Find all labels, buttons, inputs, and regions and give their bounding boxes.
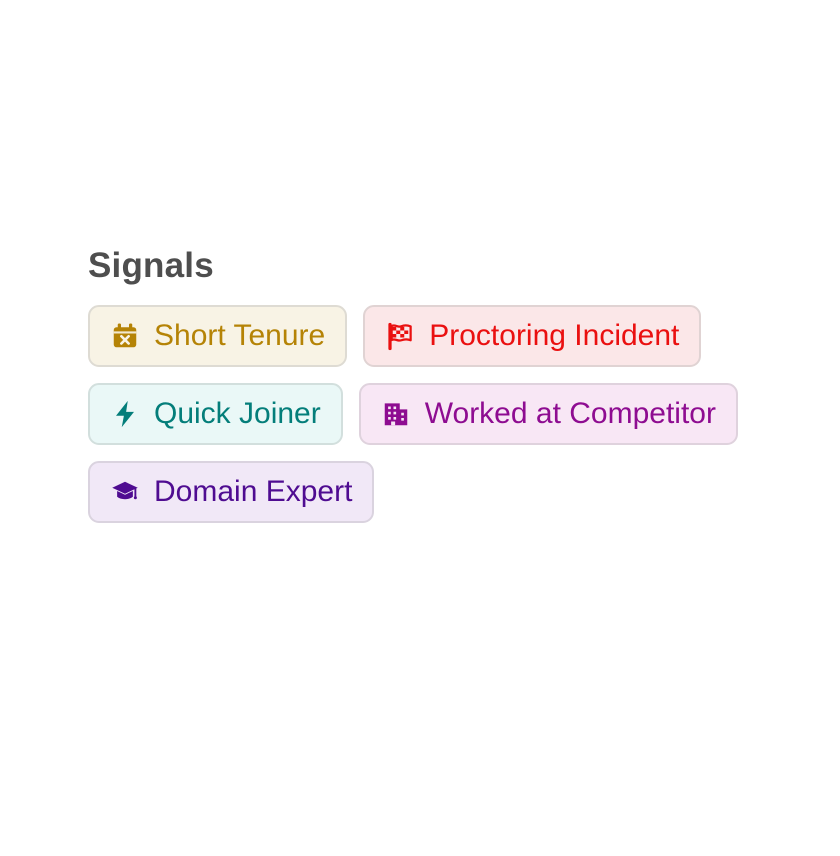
signal-label: Short Tenure bbox=[154, 319, 326, 352]
lightning-bolt-icon bbox=[110, 399, 140, 429]
signals-panel: Signals Short Tenure Proctoring Incident… bbox=[88, 244, 768, 523]
signal-chip-proctoring-incident[interactable]: Proctoring Incident bbox=[363, 305, 702, 367]
signal-label: Proctoring Incident bbox=[429, 319, 680, 352]
signal-chip-quick-joiner[interactable]: Quick Joiner bbox=[88, 383, 343, 445]
signal-chip-short-tenure[interactable]: Short Tenure bbox=[88, 305, 348, 367]
checkered-flag-icon bbox=[385, 321, 415, 351]
building-icon bbox=[381, 399, 411, 429]
signal-label: Domain Expert bbox=[154, 475, 353, 508]
graduation-cap-icon bbox=[110, 477, 140, 507]
calendar-x-icon bbox=[110, 321, 140, 351]
signal-chip-domain-expert[interactable]: Domain Expert bbox=[88, 461, 375, 523]
signals-heading: Signals bbox=[88, 246, 214, 285]
signal-chip-worked-at-competitor[interactable]: Worked at Competitor bbox=[358, 383, 738, 445]
signal-chip-list: Short Tenure Proctoring Incident Quick J… bbox=[88, 305, 768, 523]
signal-label: Worked at Competitor bbox=[424, 397, 716, 430]
signal-label: Quick Joiner bbox=[154, 397, 321, 430]
